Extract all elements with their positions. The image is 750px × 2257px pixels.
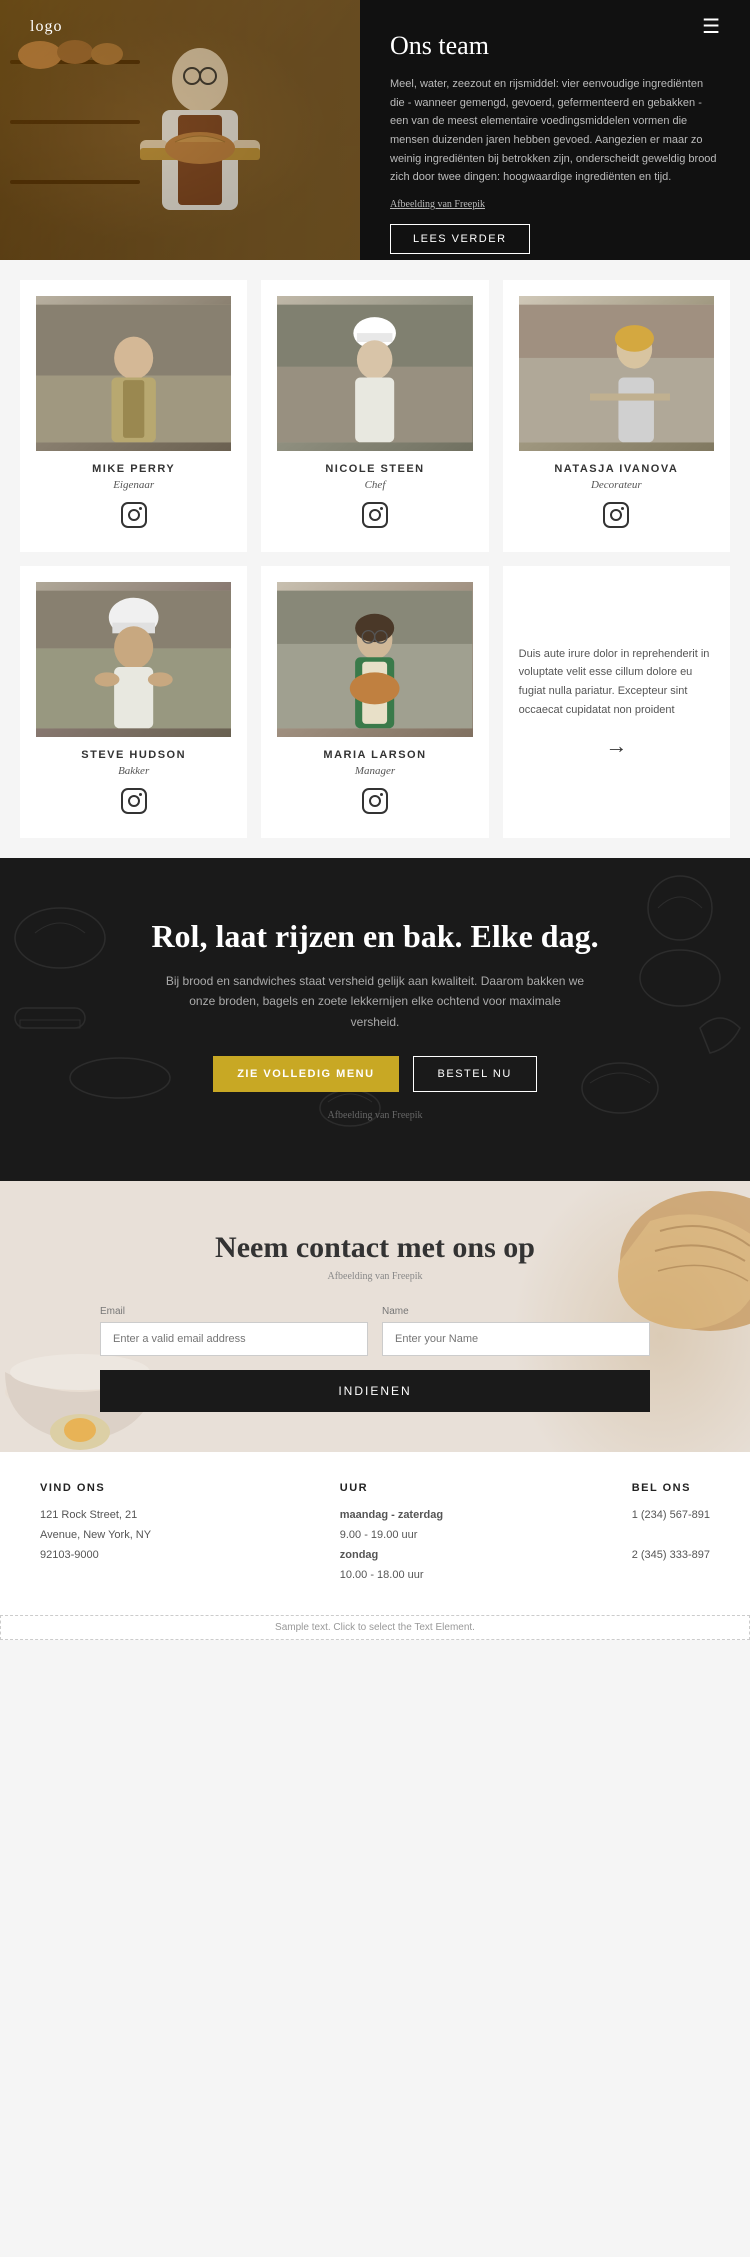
email-label: Email (100, 1306, 368, 1317)
team-grid: MIKE PERRY Eigenaar (20, 280, 730, 838)
footer-phone-2: 2 (345) 333-897 (632, 1549, 710, 1561)
order-button[interactable]: BESTEL NU (413, 1056, 537, 1092)
team-card-extra: Duis aute irure dolor in reprehenderit i… (503, 566, 730, 838)
submit-button[interactable]: INDIENEN (100, 1370, 650, 1412)
contact-title: Neem contact met ons op (100, 1231, 650, 1265)
team-extra-text: Duis aute irure dolor in reprehenderit i… (519, 645, 714, 720)
instagram-icon-mike[interactable] (120, 501, 148, 536)
team-role-natasja: Decorateur (591, 479, 642, 491)
team-image-mike (36, 296, 231, 451)
hamburger-icon[interactable]: ☰ (702, 14, 720, 39)
footer-address-line1: 121 Rock Street, 21 (40, 1509, 137, 1521)
team-role-maria: Manager (355, 765, 395, 777)
hero-description: Meel, water, zeezout en rijsmiddel: vier… (390, 75, 720, 187)
team-card-nicole: NICOLE STEEN Chef (261, 280, 488, 552)
footer-hours-sunday: zondag (340, 1549, 379, 1561)
freepik-attribution: Afbeelding van Freepik (390, 199, 720, 210)
bakery-section-desc: Bij brood en sandwiches staat versheid g… (165, 971, 585, 1032)
instagram-icon-maria[interactable] (361, 787, 389, 822)
team-name-natasja: NATASJA IVANOVA (554, 463, 678, 475)
team-card-steve: STEVE HUDSON Bakker (20, 566, 247, 838)
footer-hours-weekday-time: 9.00 - 19.00 uur (340, 1529, 418, 1541)
sample-text-bar: Sample text. Click to select the Text El… (0, 1615, 750, 1640)
team-name-maria: MARIA LARSON (323, 749, 426, 761)
team-image-nicole (277, 296, 472, 451)
name-input[interactable] (382, 1322, 650, 1356)
hero-section: logo ☰ (0, 0, 750, 260)
team-card-maria: MARIA LARSON Manager (261, 566, 488, 838)
team-card-natasja: NATASJA IVANOVA Decorateur (503, 280, 730, 552)
footer-heading-hours: UUR (340, 1482, 443, 1494)
footer-address-line2: Avenue, New York, NY (40, 1529, 151, 1541)
footer-col-hours: UUR maandag - zaterdag 9.00 - 19.00 uur … (340, 1482, 443, 1585)
lees-verder-button[interactable]: LEES VERDER (390, 224, 530, 254)
instagram-icon-nicole[interactable] (361, 501, 389, 536)
bakery-freepik: Afbeelding van Freepik (80, 1110, 670, 1121)
menu-button[interactable]: ZIE VOLLEDIG MENU (213, 1056, 398, 1092)
email-field: Email (100, 1306, 368, 1356)
footer-heading-address: VIND ONS (40, 1482, 151, 1494)
team-role-steve: Bakker (118, 765, 149, 777)
team-name-steve: STEVE HUDSON (81, 749, 186, 761)
instagram-icon-steve[interactable] (120, 787, 148, 822)
form-row-1: Email Name (100, 1306, 650, 1356)
email-input[interactable] (100, 1322, 368, 1356)
instagram-icon-natasja[interactable] (602, 501, 630, 536)
footer-hours-sunday-time: 10.00 - 18.00 uur (340, 1569, 424, 1581)
footer-col-address: VIND ONS 121 Rock Street, 21 Avenue, New… (40, 1482, 151, 1585)
bakery-buttons: ZIE VOLLEDIG MENU BESTEL NU (80, 1056, 670, 1092)
team-card-mike: MIKE PERRY Eigenaar (20, 280, 247, 552)
footer-address-line3: 92103-9000 (40, 1549, 99, 1561)
team-name-mike: MIKE PERRY (92, 463, 175, 475)
contact-form: Email Name INDIENEN (100, 1306, 650, 1412)
team-image-maria (277, 582, 472, 737)
footer-section: VIND ONS 121 Rock Street, 21 Avenue, New… (0, 1452, 750, 1615)
team-role-mike: Eigenaar (113, 479, 154, 491)
footer-hours-weekday: maandag - zaterdag (340, 1509, 443, 1521)
team-arrow-link[interactable]: → (605, 733, 627, 759)
footer-phone-1: 1 (234) 567-891 (632, 1509, 710, 1521)
footer-col-phone: BEL ONS 1 (234) 567-891 2 (345) 333-897 (632, 1482, 710, 1585)
team-image-steve (36, 582, 231, 737)
bakery-section-title: Rol, laat rijzen en bak. Elke dag. (80, 918, 670, 955)
bakery-dark-section: Rol, laat rijzen en bak. Elke dag. Bij b… (0, 858, 750, 1181)
team-image-natasja (519, 296, 714, 451)
contact-section: Neem contact met ons op Afbeelding van F… (0, 1181, 750, 1452)
sample-text: Sample text. Click to select the Text El… (275, 1622, 475, 1633)
footer-heading-phone: BEL ONS (632, 1482, 710, 1494)
team-section: MIKE PERRY Eigenaar (0, 260, 750, 858)
name-field: Name (382, 1306, 650, 1356)
team-role-nicole: Chef (365, 479, 386, 491)
name-label: Name (382, 1306, 650, 1317)
team-name-nicole: NICOLE STEEN (325, 463, 424, 475)
logo[interactable]: logo (30, 18, 62, 36)
